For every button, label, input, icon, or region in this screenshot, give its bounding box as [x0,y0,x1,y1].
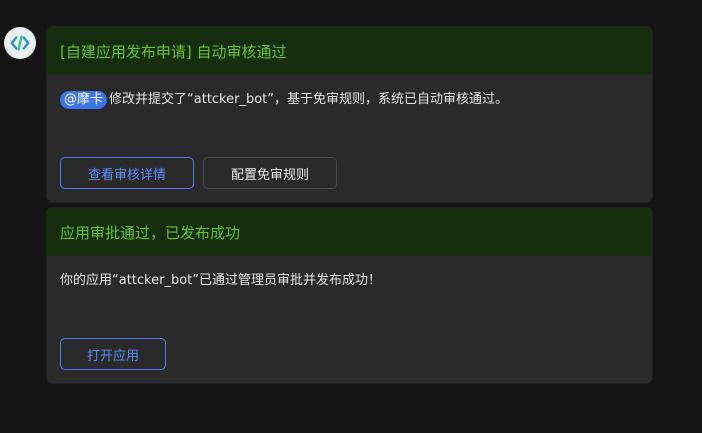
card-title: 应用审批通过，已发布成功 [60,223,241,242]
card-actions: 打开应用 [60,338,166,370]
user-mention[interactable]: @摩卡 [60,91,108,109]
view-review-details-button[interactable]: 查看审核详情 [60,157,194,189]
bot-avatar[interactable] [4,27,36,59]
message-card-auto-approved: [自建应用发布申请] 自动审核通过 @摩卡 修改并提交了“attcker_bot”… [46,26,653,203]
card-body: 你的应用“attcker_bot”已通过管理员审批并发布成功！ [47,256,652,328]
code-brackets-icon [10,35,30,51]
configure-exemption-rules-button[interactable]: 配置免审规则 [203,157,337,189]
message-card-published: 应用审批通过，已发布成功 你的应用“attcker_bot”已通过管理员审批并发… [46,207,653,384]
card-message: 修改并提交了“attcker_bot”，基于免审规则，系统已自动审核通过。 [109,92,509,107]
card-header: [自建应用发布申请] 自动审核通过 [47,27,652,75]
card-title: [自建应用发布申请] 自动审核通过 [60,42,287,61]
card-actions: 查看审核详情 配置免审规则 [60,157,337,189]
open-app-button[interactable]: 打开应用 [60,338,166,370]
card-header: 应用审批通过，已发布成功 [47,208,652,256]
card-body: @摩卡 修改并提交了“attcker_bot”，基于免审规则，系统已自动审核通过。 [47,75,652,147]
chat-view: [自建应用发布申请] 自动审核通过 @摩卡 修改并提交了“attcker_bot”… [0,0,702,433]
card-message: 你的应用“attcker_bot”已通过管理员审批并发布成功！ [60,273,381,288]
